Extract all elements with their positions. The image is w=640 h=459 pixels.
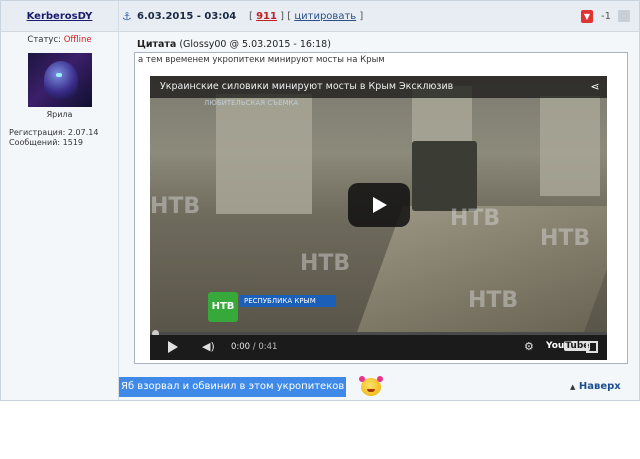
back-to-top-link[interactable]: ▲ Наверх [570,381,621,392]
bracket: ] [359,11,364,22]
bracket: ] [ [280,11,292,22]
post-message: Яб взорвал и обвинил в этом укропитеков [119,377,347,397]
rating-down-icon[interactable]: ▼ [581,10,593,23]
channel-logo: НТВ [208,292,238,322]
post-date: 6.03.2015 - 03:04 [137,11,237,22]
play-control-icon[interactable] [168,341,178,353]
status-label: Статус: [27,35,62,45]
back-to-top-label: Наверх [578,381,621,392]
scene-building [216,94,312,214]
share-icon[interactable]: ⋖ [588,80,602,94]
column-divider [118,1,119,400]
quote-source: (Glossy00 @ 5.03.2015 - 16:18) [179,39,331,50]
quote-link[interactable]: цитировать [294,11,356,22]
quote-text: а тем временем укропитеки минируют мосты… [138,55,385,65]
time-total: 0:41 [258,342,278,352]
rating-up-button[interactable] [618,10,630,22]
youtube-logo-a: You [546,341,565,351]
video-player[interactable]: НТВ НТВ НТВ НТВ НТВ Украинские силовики … [150,76,607,360]
volume-icon[interactable]: ◀) [202,340,215,354]
video-title-bar: Украинские силовики минируют мосты в Кры… [150,76,607,98]
user-status: Статус: Offline [1,35,118,45]
watermark: НТВ [300,251,351,276]
status-value: Offline [63,35,92,45]
watermark: НТВ [468,288,519,313]
smiley-icon [359,376,383,396]
time-current: 0:00 [231,342,251,352]
arrow-up-icon: ▲ [570,383,576,391]
smiley-mouth [367,389,375,392]
avatar-eye [56,73,62,77]
post-number-link[interactable]: 911 [256,11,277,22]
play-button[interactable] [348,183,410,227]
gear-icon[interactable]: ⚙ [524,340,534,354]
post-header: KerberosDY ⚓ 6.03.2015 - 03:04 [ 911 ] [… [1,1,639,32]
quote-box: а тем временем укропитеки минируют мосты… [134,52,628,364]
quote-label: Цитата [137,39,177,50]
video-title[interactable]: Украинские силовики минируют мосты в Кры… [160,81,453,92]
watermark: НТВ [540,226,591,251]
message-count: Сообщений: 1519 [9,138,83,147]
rating-value: -1 [601,11,611,22]
channel-banner: РЕСПУБЛИКА КРЫМ [240,295,336,307]
forum-post: KerberosDY ⚓ 6.03.2015 - 03:04 [ 911 ] [… [0,0,640,401]
fullscreen-icon[interactable] [586,341,598,353]
scene-building [540,96,600,196]
quote-header: Цитата (Glossy00 @ 5.03.2015 - 16:18) [137,39,331,50]
avatar [28,53,92,107]
post-links: [ 911 ] [ цитировать ] [249,11,363,22]
watermark: НТВ [150,194,201,219]
time-display: 0:00 / 0:41 [231,342,277,352]
avatar-figure [44,61,78,99]
video-overlay-text: ЛЮБИТЕЛЬСКАЯ СЪЕМКА [204,99,299,107]
smiley-bow [377,376,383,382]
scene-truck [412,141,477,211]
video-controls: ◀) 0:00 / 0:41 ⚙ YouTube [150,335,607,360]
author-name[interactable]: KerberosDY [1,1,118,31]
smiley-bow [359,376,365,382]
youtube-logo[interactable]: YouTube [546,341,591,351]
user-info: Регистрация: 2.07.14 Сообщений: 1519 [9,128,98,148]
bracket: [ [249,11,253,22]
registration-date: Регистрация: 2.07.14 [9,128,99,137]
anchor-icon[interactable]: ⚓ [122,11,132,23]
watermark: НТВ [450,206,501,231]
avatar-caption: Ярила [46,110,73,119]
